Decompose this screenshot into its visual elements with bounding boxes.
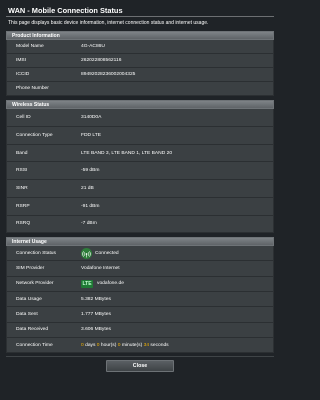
connection-minutes: 0 [117, 342, 121, 348]
signal-connected-icon [81, 247, 92, 259]
connection-status-text: Connected [95, 250, 119, 256]
table-row-cell-id: Cell ID 3140D0A [7, 109, 273, 128]
product-information-section: Product Information Model Name 4G-AC86U … [6, 31, 274, 97]
section-header-internet-usage: Internet Usage [6, 237, 274, 247]
connection-seconds: 34 [143, 342, 150, 348]
table-row-rssi: RSSI -59 dBm [7, 162, 273, 181]
table-row-band: Band LTE BAND 3, LTE BAND 1, LTE BAND 20 [7, 145, 273, 163]
row-label: RSRP [16, 203, 30, 209]
row-label: Cell ID [16, 115, 31, 121]
table-row-sinr: SINR 21 dB [7, 180, 273, 198]
page-description: This page displays basic device informat… [8, 20, 209, 26]
row-value: 262022808562116 [81, 58, 122, 64]
row-value: -59 dBm [81, 168, 100, 174]
lte-badge-icon: LTE [81, 279, 93, 288]
footer-actions: Close [4, 357, 276, 373]
row-label: Connection Type [16, 132, 53, 138]
row-label: Network Provider [16, 281, 54, 287]
table-row-network-provider: Network Provider LTE vodafone.de [7, 277, 273, 293]
row-value: 89492028236002004325 [81, 72, 136, 78]
table-row-sim-provider: SIM Provider Vodafone Internet [7, 261, 273, 277]
row-label: RSSI [16, 168, 28, 174]
row-label: Connection Time [16, 342, 53, 348]
table-row-iccid: ICCID 89492028236002004325 [7, 68, 273, 83]
row-value: Connected [81, 247, 273, 259]
table-row-connection-type: Connection Type FDD LTE [7, 127, 273, 145]
table-row-rsrp: RSRP -91 dBm [7, 198, 273, 216]
row-value: 21 dB [81, 185, 94, 191]
connection-hours: 0 [96, 342, 100, 348]
page-title: WAN - Mobile Connection Status [8, 6, 123, 15]
table-row-phone-number: Phone Number [7, 82, 273, 97]
row-label: Band [16, 150, 28, 156]
internet-usage-section: Internet Usage Connection Status Connect… [6, 237, 274, 354]
table-row-data-received: Data Received 3.606 MBytes [7, 323, 273, 338]
internet-usage-table: Connection Status Connected SIM Provider… [6, 246, 274, 354]
mobile-connection-status-window: WAN - Mobile Connection Status This page… [0, 0, 280, 400]
days-unit: days [85, 342, 96, 348]
row-value: 4G-AC86U [81, 44, 105, 50]
table-row-rsrq: RSRQ -7 dBm [7, 216, 273, 234]
row-value: 3140D0A [81, 115, 102, 121]
row-value: LTE BAND 3, LTE BAND 1, LTE BAND 20 [81, 150, 173, 156]
row-label: Data Received [16, 327, 49, 333]
minutes-unit: minute(s) [121, 342, 143, 348]
table-row-connection-time: Connection Time 0 days 0 hour(s) 0 minut… [7, 338, 273, 354]
row-label: SINR [16, 185, 28, 191]
section-header-product-information: Product Information [6, 31, 274, 40]
row-label: Phone Number [16, 86, 49, 92]
product-information-table: Model Name 4G-AC86U IMSI 262022808562116… [6, 40, 274, 97]
table-row-connection-status: Connection Status Connected [7, 246, 273, 262]
row-value: 0 days 0 hour(s) 0 minute(s) 34 seconds [81, 343, 273, 348]
wireless-status-section: Wireless Status Cell ID 3140D0A Connecti… [6, 100, 274, 234]
row-value: -91 dBm [81, 203, 100, 209]
row-label: ICCID [16, 72, 30, 78]
table-row-imsi: IMSI 262022808562116 [7, 54, 273, 69]
close-button[interactable]: Close [106, 360, 174, 373]
row-label: IMSI [16, 58, 27, 64]
row-value: Vodafone Internet [81, 266, 120, 272]
row-value: 1.777 MBytes [81, 312, 111, 318]
row-label: Data Sent [16, 312, 38, 318]
connection-days: 0 [81, 342, 84, 348]
table-row-data-sent: Data Sent 1.777 MBytes [7, 307, 273, 323]
row-value: 3.606 MBytes [81, 327, 111, 333]
row-label: RSRQ [16, 221, 31, 227]
network-provider-text: vodafone.de [97, 281, 124, 287]
row-label: Data Usage [16, 296, 42, 302]
table-row-data-usage: Data Usage 5.382 MBytes [7, 292, 273, 308]
wireless-status-table: Cell ID 3140D0A Connection Type FDD LTE … [6, 109, 274, 234]
row-label: Model Name [16, 44, 44, 50]
row-value: 5.382 MBytes [81, 296, 111, 302]
hours-unit: hour(s) [100, 342, 117, 348]
row-value: -7 dBm [81, 221, 97, 227]
section-header-wireless-status: Wireless Status [6, 100, 274, 110]
table-row-model-name: Model Name 4G-AC86U [7, 40, 273, 55]
seconds-unit: seconds [150, 342, 169, 348]
row-label: Connection Status [16, 250, 56, 256]
row-label: SIM Provider [16, 266, 45, 272]
row-value: FDD LTE [81, 132, 102, 138]
row-value: LTE vodafone.de [81, 279, 273, 288]
